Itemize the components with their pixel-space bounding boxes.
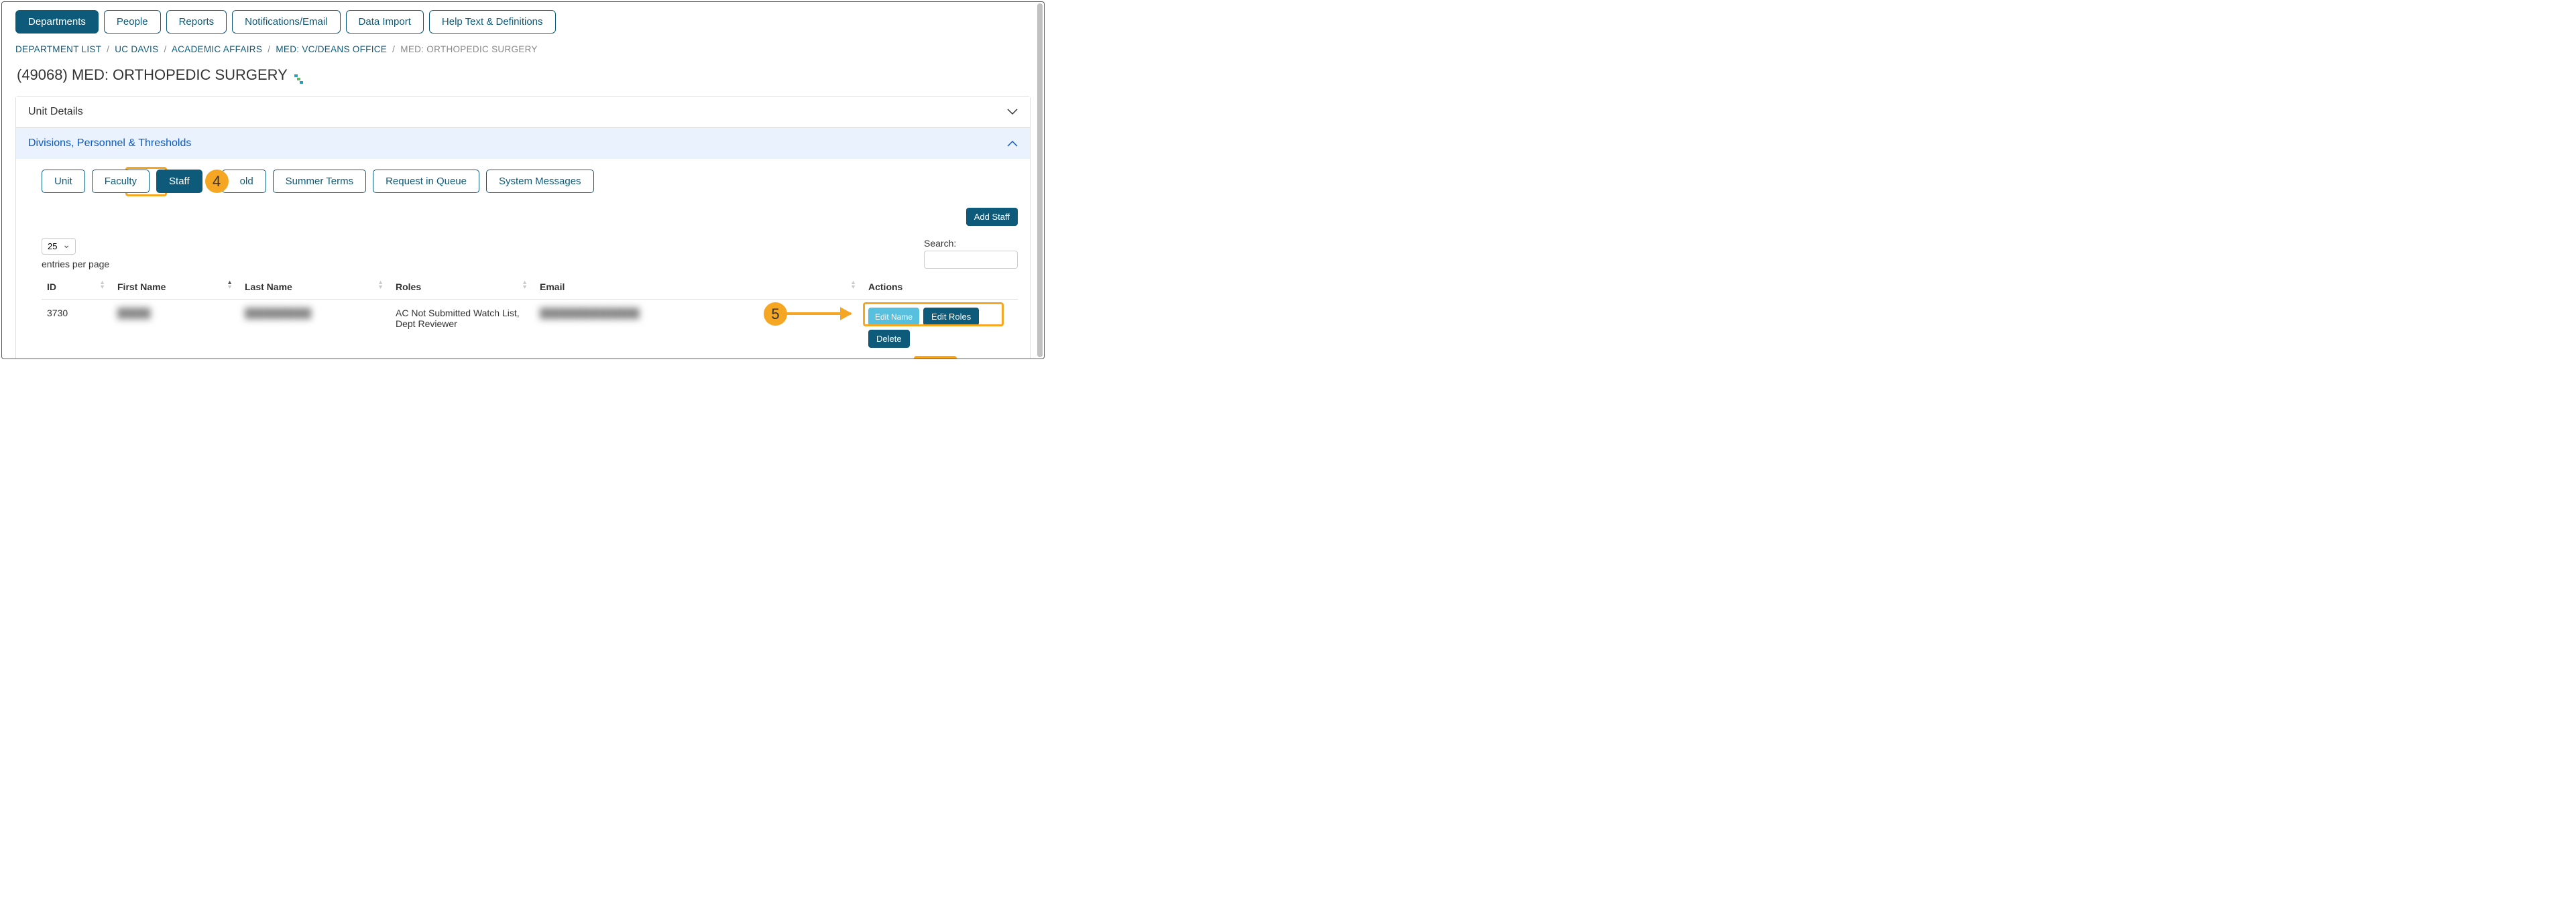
cell-roles: AC Not Submitted Watch List, Dept Review… (390, 300, 534, 360)
sort-icon: ▲▼ (850, 280, 856, 290)
accordion-divisions[interactable]: Divisions, Personnel & Thresholds (16, 128, 1030, 159)
tab-help-text[interactable]: Help Text & Definitions (429, 10, 556, 34)
cell-first-name: █████ (112, 300, 239, 360)
tab-people[interactable]: People (104, 10, 161, 34)
breadcrumb-uc-davis[interactable]: UC DAVIS (115, 44, 158, 54)
col-last-name[interactable]: Last Name▲▼ (239, 275, 390, 300)
tab-notifications[interactable]: Notifications/Email (232, 10, 340, 34)
subtab-summer-terms[interactable]: Summer Terms (273, 170, 366, 193)
scrollbar[interactable] (1037, 3, 1043, 357)
subtab-faculty[interactable]: Faculty (92, 170, 150, 193)
col-id[interactable]: ID▲▼ (42, 275, 112, 300)
arrow-icon (786, 312, 851, 315)
delete-button[interactable]: Delete (868, 330, 910, 348)
page-title-text: (49068) MED: ORTHOPEDIC SURGERY (17, 66, 288, 84)
entries-select[interactable]: 25 (42, 238, 76, 255)
hierarchy-icon[interactable] (294, 70, 305, 80)
breadcrumb-current: MED: ORTHOPEDIC SURGERY (400, 44, 537, 54)
accordion-unit-details[interactable]: Unit Details (16, 97, 1030, 128)
sort-icon: ▲▼ (522, 280, 528, 290)
col-actions: Actions (863, 275, 1018, 300)
become-button[interactable]: Become (914, 356, 957, 359)
breadcrumb-sep: / (107, 44, 109, 54)
subtab-system-messages[interactable]: System Messages (486, 170, 594, 193)
sort-icon: ▲▼ (227, 280, 233, 290)
col-roles[interactable]: Roles▲▼ (390, 275, 534, 300)
entries-label: entries per page (42, 259, 109, 269)
cell-last-name: ██████████ (239, 300, 390, 360)
chevron-up-icon (1007, 138, 1018, 149)
chevron-down-icon (1007, 107, 1018, 117)
cell-id: 3730 (42, 300, 112, 360)
add-staff-button[interactable]: Add Staff (966, 208, 1018, 226)
col-email[interactable]: Email▲▼ (534, 275, 863, 300)
staff-table: ID▲▼ First Name▲▼ Last Name▲▼ Roles▲▼ Em… (42, 275, 1018, 359)
top-tabs: Departments People Reports Notifications… (15, 10, 1031, 34)
subtab-staff[interactable]: Staff (156, 170, 202, 193)
accordion-divisions-label: Divisions, Personnel & Thresholds (28, 137, 191, 149)
page-title: (49068) MED: ORTHOPEDIC SURGERY (15, 66, 1031, 84)
edit-name-button[interactable]: Edit Name (868, 308, 919, 326)
tab-reports[interactable]: Reports (166, 10, 227, 34)
breadcrumb-sep: / (164, 44, 166, 54)
breadcrumb-sep: / (392, 44, 395, 54)
subtab-request-queue[interactable]: Request in Queue (373, 170, 479, 193)
tab-departments[interactable]: Departments (15, 10, 99, 34)
sort-icon: ▲▼ (377, 280, 384, 290)
entries-per-page: 25 entries per page (42, 238, 109, 269)
edit-roles-button[interactable]: Edit Roles (923, 308, 979, 326)
tab-data-import[interactable]: Data Import (346, 10, 424, 34)
search-label: Search: (924, 238, 956, 249)
col-first-name[interactable]: First Name▲▼ (112, 275, 239, 300)
breadcrumb-academic-affairs[interactable]: ACADEMIC AFFAIRS (172, 44, 262, 54)
callout-4: 4 (205, 170, 229, 193)
search-input[interactable] (924, 251, 1018, 269)
cell-email: ███████████████ (534, 300, 863, 360)
table-row: 3730 █████ ██████████ AC Not Submitted W… (42, 300, 1018, 360)
accordion-unit-details-label: Unit Details (28, 106, 83, 118)
subtab-unit[interactable]: Unit (42, 170, 85, 193)
breadcrumb-department-list[interactable]: DEPARTMENT LIST (15, 44, 101, 54)
sort-icon: ▲▼ (99, 280, 105, 290)
callout-5: 5 (764, 302, 787, 326)
breadcrumb-vc-deans[interactable]: MED: VC/DEANS OFFICE (276, 44, 387, 54)
breadcrumb-sep: / (268, 44, 270, 54)
breadcrumb: DEPARTMENT LIST / UC DAVIS / ACADEMIC AF… (15, 44, 1031, 54)
